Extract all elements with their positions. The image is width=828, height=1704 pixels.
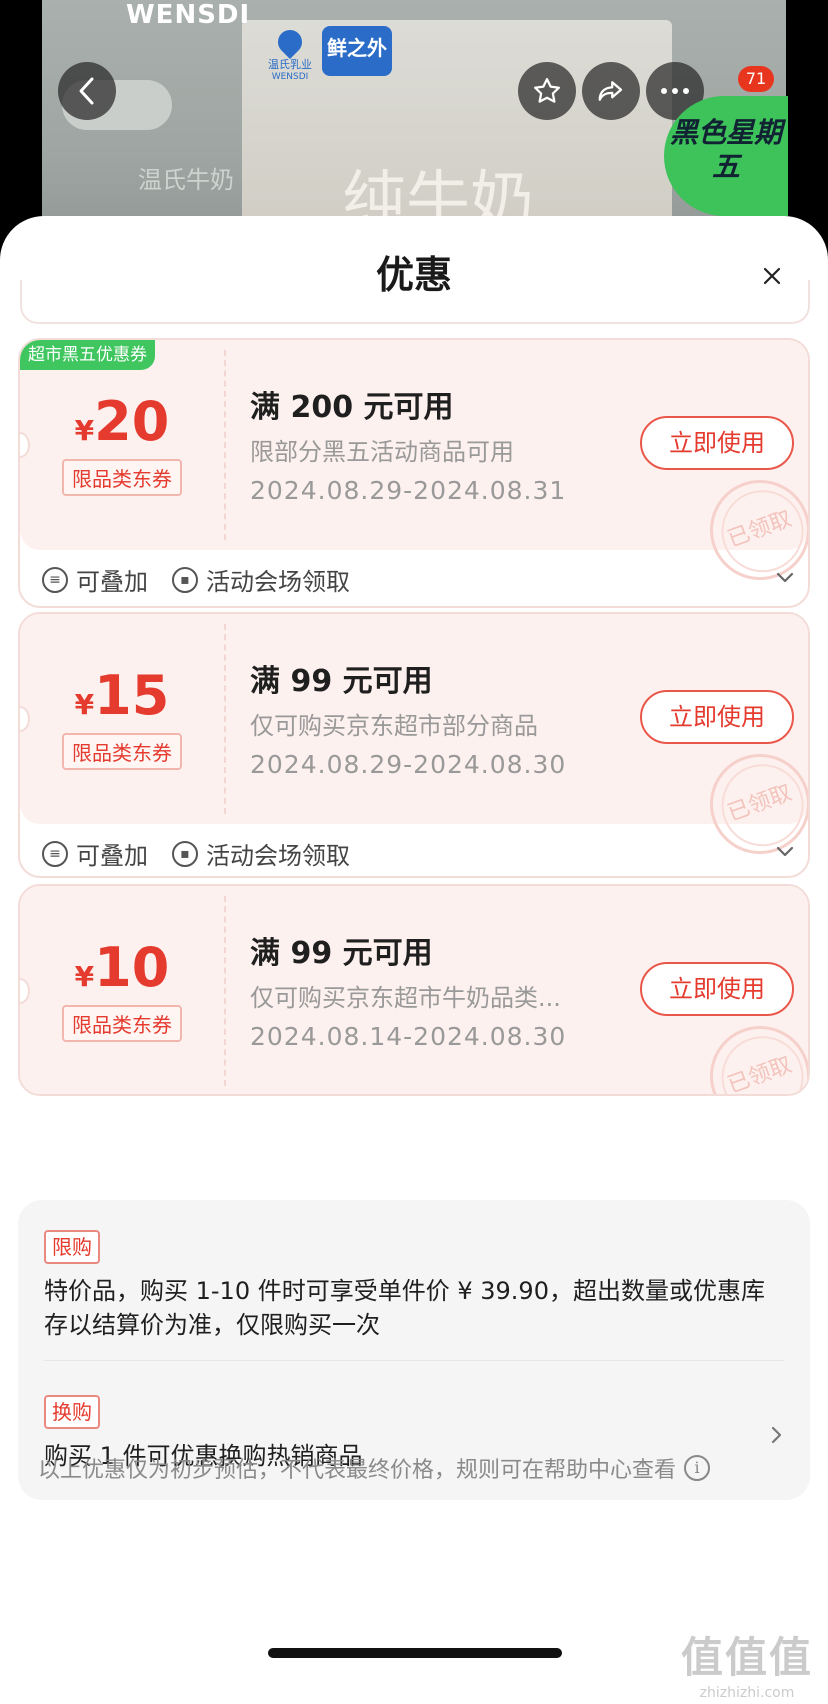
chevron-down-icon[interactable] xyxy=(772,838,798,864)
brand-logo: 温氏乳业 WENSDI xyxy=(260,25,320,82)
coupon-type-tag: 限品类东券 xyxy=(62,459,182,496)
search-ghost-text: 温氏牛奶 xyxy=(138,166,234,194)
use-now-button[interactable]: 立即使用 xyxy=(640,962,794,1016)
coupon-description: 限部分黑五活动商品可用 xyxy=(250,438,514,466)
black-friday-badge: 黑色星期五 xyxy=(664,96,788,216)
coupon-amount: ¥10 xyxy=(20,936,224,999)
brand-wordmark: WENSDI xyxy=(126,0,251,30)
coupon-divider xyxy=(224,624,226,814)
coupon-description: 仅可购买京东超市部分商品 xyxy=(250,712,538,740)
back-button[interactable] xyxy=(58,62,116,120)
favorite-button[interactable] xyxy=(518,62,576,120)
watermark-logo: 值值值 xyxy=(680,1633,813,1682)
coupon-card: ¥10 限品类东券 满 99 元可用 仅可购买京东超市牛奶品类... 2024.… xyxy=(18,884,810,1096)
coupon-value: ¥15 限品类东券 xyxy=(20,614,224,824)
currency-symbol: ¥ xyxy=(74,414,95,447)
coupon-amount-value: 20 xyxy=(94,390,170,453)
notification-badge: 71 xyxy=(738,66,774,92)
coupon-validity-date: 2024.08.29-2024.08.31 xyxy=(250,476,567,505)
coupon-value: ¥10 限品类东券 xyxy=(20,886,224,1094)
brand-tag: 鲜之外 xyxy=(322,26,392,76)
coupon-condition: 满 200 元可用 xyxy=(250,390,454,425)
coupon-validity-date: 2024.08.29-2024.08.30 xyxy=(250,750,567,779)
coupon-type-tag: 限品类东券 xyxy=(62,1005,182,1042)
coupon-corner-tag: 超市黑五优惠券 xyxy=(20,340,155,370)
swap-label: 换购 xyxy=(44,1395,100,1429)
coupon-condition: 满 99 元可用 xyxy=(250,936,433,971)
currency-symbol: ¥ xyxy=(74,688,95,721)
coupon-amount: ¥20 xyxy=(20,390,224,453)
share-button[interactable] xyxy=(582,62,640,120)
currency-symbol: ¥ xyxy=(74,960,95,993)
info-icon[interactable]: i xyxy=(684,1455,711,1481)
use-now-button[interactable]: 立即使用 xyxy=(640,690,794,744)
claimed-stamp: 已领取 xyxy=(695,1011,808,1094)
coupon-type-tag: 限品类东券 xyxy=(62,733,182,770)
stackable-label: 可叠加 xyxy=(76,842,148,870)
coupon-body: ¥15 限品类东券 满 99 元可用 仅可购买京东超市部分商品 2024.08.… xyxy=(20,614,808,869)
limit-text: 特价品，购买 1-10 件时可享受单件价 ¥ 39.90，超出数量或优惠库存以结… xyxy=(44,1277,765,1339)
coupon-description: 仅可购买京东超市牛奶品类... xyxy=(250,984,561,1012)
coupon-card: ¥15 限品类东券 满 99 元可用 仅可购买京东超市部分商品 2024.08.… xyxy=(18,612,810,878)
coupon-footer[interactable]: ≡ 可叠加 ▪ 活动会场领取 xyxy=(20,824,808,876)
drop-icon xyxy=(273,25,307,59)
brand-logo-sub: WENSDI xyxy=(271,72,309,82)
watermark-url: zhizhizhi.com xyxy=(699,1685,795,1701)
chevron-down-icon[interactable] xyxy=(772,564,798,590)
disclaimer-note: 以上优惠仅为初步预估，不代表最终价格，规则可在帮助中心查看 i xyxy=(38,1452,711,1484)
source-label: 活动会场领取 xyxy=(206,568,350,596)
coupon-divider xyxy=(224,350,226,540)
coupon-amount: ¥15 xyxy=(20,664,224,727)
coupon-amount-value: 10 xyxy=(94,936,170,999)
use-now-button[interactable]: 立即使用 xyxy=(640,416,794,470)
ticket-icon: ▪ xyxy=(172,566,198,593)
coupon-validity-date: 2024.08.14-2024.08.30 xyxy=(250,1022,567,1051)
chevron-right-icon xyxy=(771,1426,782,1444)
source-tag: ▪ 活动会场领取 xyxy=(172,836,350,871)
source-tag: ▪ 活动会场领取 xyxy=(172,562,350,597)
share-arrow-icon xyxy=(598,81,623,101)
stackable-tag: ≡ 可叠加 xyxy=(42,562,148,597)
previous-card-edge xyxy=(20,280,810,324)
chevron-left-icon xyxy=(79,77,94,105)
ticket-icon: ▪ xyxy=(172,840,198,867)
limit-label: 限购 xyxy=(44,1230,100,1264)
coupon-amount-value: 15 xyxy=(94,664,170,727)
star-icon xyxy=(534,78,560,103)
source-label: 活动会场领取 xyxy=(206,842,350,870)
coupon-body: ¥10 限品类东券 满 99 元可用 仅可购买京东超市牛奶品类... 2024.… xyxy=(20,886,808,1094)
coupon-body: ¥20 限品类东券 超市黑五优惠券 满 200 元可用 限部分黑五活动商品可用 … xyxy=(20,340,808,595)
stack-icon: ≡ xyxy=(42,566,68,593)
coupon-card: ¥20 限品类东券 超市黑五优惠券 满 200 元可用 限部分黑五活动商品可用 … xyxy=(18,338,810,608)
home-indicator xyxy=(268,1648,562,1658)
discounts-sheet: 优惠 ¥20 限品类东券 超市黑五优惠券 满 200 元可用 限部分黑五活动商品… xyxy=(0,216,828,1704)
site-watermark: 值值值 zhizhizhi.com xyxy=(672,1624,822,1701)
coupon-divider xyxy=(224,896,226,1086)
coupon-condition: 满 99 元可用 xyxy=(250,664,433,699)
coupon-value: ¥20 限品类东券 xyxy=(20,340,224,550)
stackable-tag: ≡ 可叠加 xyxy=(42,836,148,871)
disclaimer-text: 以上优惠仅为初步预估，不代表最终价格，规则可在帮助中心查看 xyxy=(38,1458,677,1483)
coupon-footer[interactable]: ≡ 可叠加 ▪ 活动会场领取 xyxy=(20,550,808,606)
stack-icon: ≡ xyxy=(42,840,68,867)
stackable-label: 可叠加 xyxy=(76,568,148,596)
more-dots-icon xyxy=(661,88,689,94)
